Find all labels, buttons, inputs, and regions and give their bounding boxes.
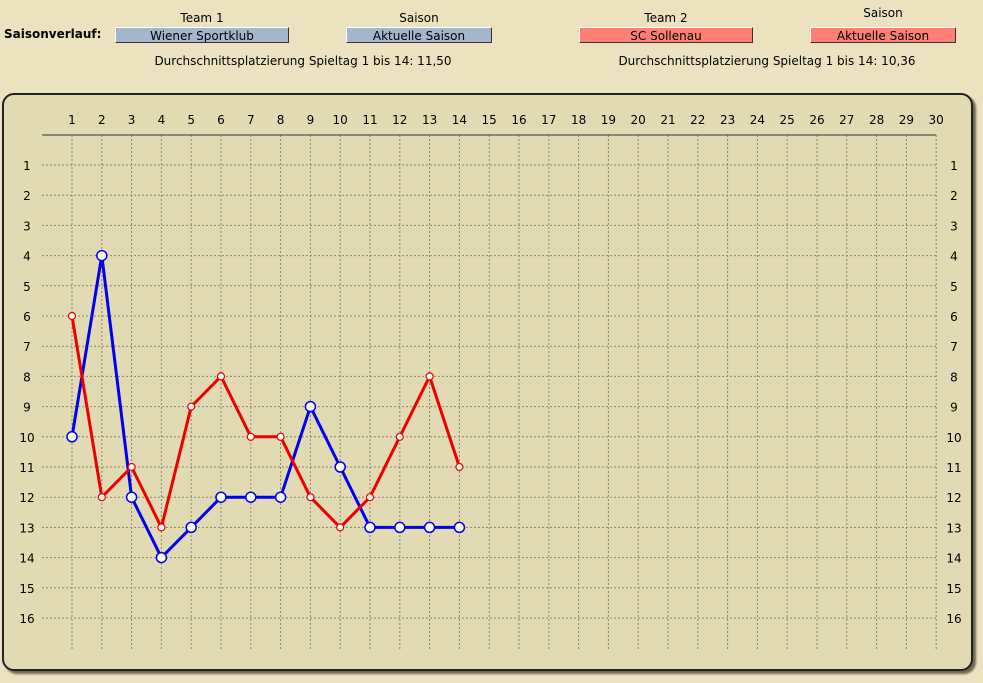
y-tick-label-left: 11	[19, 461, 34, 475]
y-tick-label-left: 6	[23, 310, 31, 324]
y-tick-label-left: 14	[19, 552, 34, 566]
x-tick-label: 17	[541, 113, 556, 127]
x-tick-label: 9	[307, 113, 315, 127]
x-tick-label: 24	[750, 113, 765, 127]
y-tick-label-right: 10	[946, 431, 961, 445]
data-point-team1	[96, 249, 108, 262]
x-tick-label: 23	[720, 113, 735, 127]
data-point-team1	[245, 491, 257, 503]
y-tick-label-left: 16	[19, 612, 34, 626]
season-chart: 1 2 3 4 5 6 7 8 9 10 11 12 13 14 15 16 17 18 19 20 21 22 23 24 2…	[19, 113, 962, 650]
y-tick-label-left: 2	[23, 189, 31, 203]
x-tick-label: 2	[98, 113, 106, 127]
data-point-team1	[155, 551, 168, 564]
x-tick-label: 12	[392, 113, 407, 127]
data-point-team2	[276, 432, 285, 441]
x-tick-label: 18	[571, 113, 586, 127]
data-point-team2	[187, 402, 196, 411]
y-tick-label-left: 13	[19, 521, 34, 535]
y-tick-label-right: 11	[946, 461, 961, 475]
y-tick-label-left: 3	[23, 219, 31, 233]
data-point-team1	[334, 461, 346, 473]
y-tick-label-right: 3	[950, 219, 958, 233]
y-tick-label-right: 12	[946, 491, 961, 505]
data-point-team2	[216, 372, 226, 381]
data-point-team2	[455, 462, 464, 472]
x-tick-label: 28	[869, 113, 884, 127]
data-point-team1	[185, 521, 197, 534]
data-point-team2	[395, 432, 404, 441]
x-tick-label: 14	[452, 113, 467, 127]
x-tick-label: 11	[362, 113, 377, 127]
y-tick-label-left: 15	[19, 582, 34, 596]
x-tick-label: 20	[631, 113, 646, 127]
y-tick-label-left: 9	[23, 401, 31, 415]
y-tick-label-right: 16	[946, 612, 961, 626]
x-tick-label: 19	[601, 113, 616, 127]
y-tick-label-left: 4	[23, 250, 31, 264]
x-tick-label: 13	[422, 113, 437, 127]
x-tick-label: 29	[899, 113, 914, 127]
data-point-team1	[304, 400, 317, 413]
y-tick-label-left: 1	[23, 159, 31, 173]
y-tick-label-left: 7	[23, 340, 31, 354]
y-tick-label-right: 6	[950, 310, 958, 324]
y-tick-label-right: 8	[950, 370, 958, 384]
data-point-team2	[127, 462, 136, 472]
y-tick-label-right: 9	[950, 401, 958, 415]
y-tick-label-left: 8	[23, 370, 31, 384]
x-tick-label: 30	[929, 113, 944, 127]
x-tick-label: 4	[158, 113, 166, 127]
data-point-team1	[274, 491, 287, 503]
x-tick-label: 25	[780, 113, 795, 127]
y-tick-label-left: 5	[23, 280, 31, 294]
x-tick-label: 10	[333, 113, 348, 127]
data-point-team2	[157, 523, 166, 532]
data-point-team1	[364, 521, 376, 534]
x-tick-label: 22	[690, 113, 705, 127]
x-tick-label: 6	[217, 113, 225, 127]
y-tick-label-left: 10	[19, 431, 34, 445]
data-point-team1	[66, 431, 78, 443]
data-point-team2	[306, 493, 315, 502]
data-point-team1	[215, 491, 227, 503]
x-tick-label: 16	[511, 113, 526, 127]
data-point-team1	[453, 521, 466, 534]
y-tick-label-right: 7	[950, 340, 958, 354]
y-tick-label-right: 14	[946, 552, 961, 566]
data-point-team2	[67, 311, 77, 321]
x-tick-label: 5	[187, 113, 195, 127]
x-tick-label: 3	[128, 113, 136, 127]
y-tick-label-right: 5	[950, 280, 958, 294]
y-tick-label-right: 13	[946, 521, 961, 535]
x-tick-label: 26	[809, 113, 824, 127]
y-tick-label-right: 4	[950, 250, 958, 264]
x-tick-label: 21	[660, 113, 675, 127]
data-point-team1	[125, 491, 138, 503]
data-point-team2	[246, 432, 255, 441]
data-point-team1	[394, 521, 406, 534]
data-point-team2	[336, 523, 345, 532]
data-point-team2	[365, 493, 375, 502]
y-tick-label-right: 2	[950, 189, 958, 203]
x-tick-label: 27	[839, 113, 854, 127]
data-point-team2	[425, 372, 434, 381]
x-tick-label: 8	[277, 113, 285, 127]
data-point-team2	[97, 493, 106, 502]
y-tick-label-left: 12	[19, 491, 34, 505]
data-point-team1	[423, 521, 436, 534]
x-tick-label: 7	[247, 113, 255, 127]
x-tick-label: 15	[482, 113, 497, 127]
x-tick-label: 1	[68, 113, 76, 127]
y-tick-label-right: 1	[950, 159, 958, 173]
y-tick-label-right: 15	[946, 582, 961, 596]
